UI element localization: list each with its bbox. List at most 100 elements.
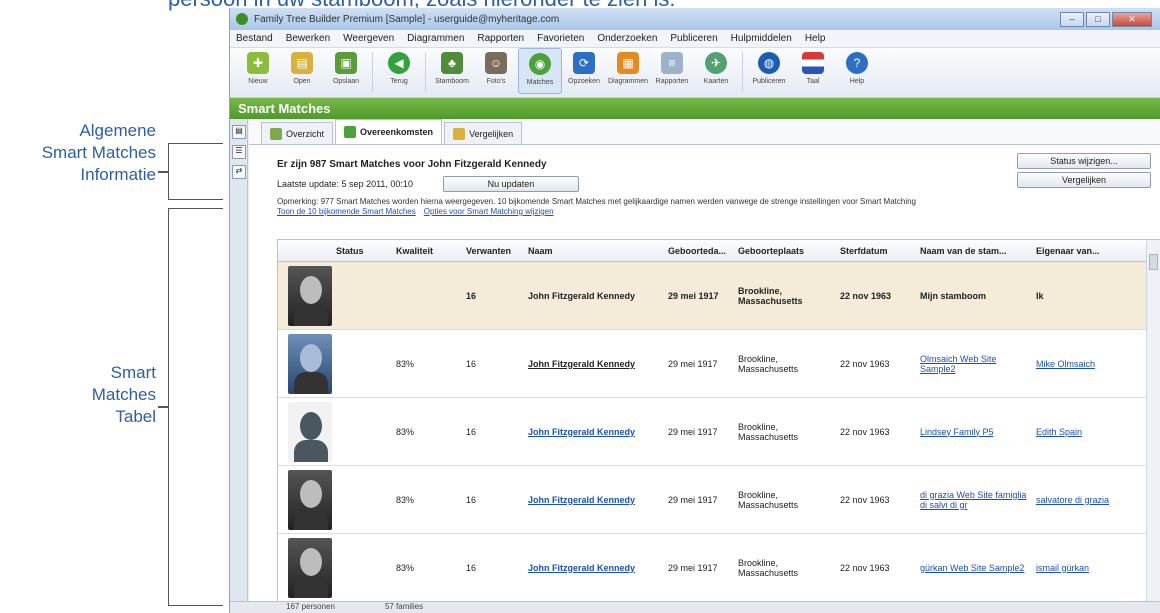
photo-cell <box>278 333 332 394</box>
families-count: 57 families <box>384 602 424 611</box>
tab-overeenkomsten[interactable]: Overeenkomsten <box>335 119 443 144</box>
persons-count: 167 personen <box>286 602 335 611</box>
toolbar-search-button[interactable]: ⟳ Opzoeken <box>562 48 606 85</box>
options-link[interactable]: Opties voor Smart Matching wijzigen <box>424 207 554 216</box>
tab-vergelijken[interactable]: Vergelijken <box>444 122 523 144</box>
toolbar-label: Publiceren <box>752 78 786 85</box>
compare-button-label: Vergelijken <box>1061 175 1107 185</box>
save-icon: ▣ <box>335 52 357 74</box>
column-header-name[interactable]: Naam <box>522 246 662 256</box>
table-row[interactable]: 83% 16 John Fitzgerald Kennedy 29 mei 19… <box>278 534 1160 602</box>
smart-matches-panel: Overzicht Overeenkomsten Vergelijken Er … <box>249 119 1160 603</box>
toolbar-help-button[interactable]: ? Help <box>835 48 879 85</box>
toolbar-save-button[interactable]: ▣ Opslaan <box>324 48 368 85</box>
name-link[interactable]: John Fitzgerald Kennedy <box>522 427 662 437</box>
reports-icon: ≡ <box>661 52 683 74</box>
compare-button[interactable]: Vergelijken <box>1017 172 1151 188</box>
table-row[interactable]: 16 John Fitzgerald Kennedy 29 mei 1917 B… <box>278 262 1160 330</box>
app-window: Family Tree Builder Premium [Sample] - u… <box>229 8 1160 613</box>
column-header-relatives[interactable]: Verwanten <box>460 246 522 256</box>
toolbar-language-button[interactable]: Taal <box>791 48 835 85</box>
table-row[interactable]: 83% 16 John Fitzgerald Kennedy 29 mei 19… <box>278 398 1160 466</box>
tree-link[interactable]: di grazia Web Site famiglia di salvi di … <box>914 490 1030 510</box>
column-header-owner[interactable]: Eigenaar van... <box>1030 246 1114 256</box>
column-header-status[interactable]: Status <box>330 246 390 256</box>
annotation-tick <box>158 406 168 408</box>
toolbar-label: Nieuw <box>248 78 268 85</box>
toolbar-publish-button[interactable]: ◍ Publiceren <box>747 48 791 85</box>
scrollbar-thumb[interactable] <box>1149 254 1158 270</box>
vertical-scrollbar[interactable] <box>1146 240 1160 602</box>
owner-link[interactable]: ismail gürkan <box>1030 563 1114 573</box>
owner-link[interactable]: Edith Spain <box>1030 427 1114 437</box>
column-header-tree-name[interactable]: Naam van de stam... <box>914 246 1030 256</box>
quality-cell: 83% <box>396 562 415 573</box>
toolbar-label: Matches <box>526 79 554 86</box>
toolbar-label: Rapporten <box>655 78 689 85</box>
app-icon <box>236 13 248 25</box>
name-link[interactable]: John Fitzgerald Kennedy <box>522 495 662 505</box>
menu-favorieten[interactable]: Favorieten <box>537 33 584 44</box>
tree-link[interactable]: Lindsey Family P5 <box>914 427 1030 437</box>
death-cell: 22 nov 1963 <box>840 562 890 573</box>
menu-rapporten[interactable]: Rapporten <box>477 33 524 44</box>
tab-overzicht[interactable]: Overzicht <box>261 122 334 144</box>
relatives-cell: 16 <box>466 290 477 301</box>
name-link[interactable]: John Fitzgerald Kennedy <box>522 359 662 369</box>
table-row[interactable]: 83% 16 John Fitzgerald Kennedy 29 mei 19… <box>278 466 1160 534</box>
column-header-birthdate[interactable]: Geboorteda... <box>662 246 732 256</box>
action-buttons: Status wijzigen... Vergelijken <box>1017 153 1151 188</box>
toolbar-tree-button[interactable]: ♣ Stamboom <box>430 48 474 85</box>
column-header-deathdate[interactable]: Sterfdatum <box>834 246 914 256</box>
tree-link[interactable]: Olmsaich Web Site Sample2 <box>914 354 1030 374</box>
menu-diagrammen[interactable]: Diagrammen <box>407 33 464 44</box>
rail-list-icon[interactable]: ☰ <box>232 145 246 159</box>
name-link[interactable]: John Fitzgerald Kennedy <box>522 563 662 573</box>
minimize-button[interactable]: – <box>1060 11 1084 27</box>
relatives-cell: 16 <box>466 358 477 369</box>
name-cell: John Fitzgerald Kennedy <box>528 290 636 301</box>
menu-publiceren[interactable]: Publiceren <box>670 33 717 44</box>
toolbar-photos-button[interactable]: ☺ Foto's <box>474 48 518 85</box>
tree-icon: ♣ <box>441 52 463 74</box>
title-bar: Family Tree Builder Premium [Sample] - u… <box>230 8 1160 30</box>
menu-bewerken[interactable]: Bewerken <box>286 33 330 44</box>
tree-link[interactable]: gürkan Web Site Sample2 <box>914 563 1030 573</box>
death-cell: 22 nov 1963 <box>840 494 890 505</box>
owner-link[interactable]: salvatore di grazia <box>1030 495 1114 505</box>
rail-compare-icon[interactable]: ⇄ <box>232 165 246 179</box>
update-now-button[interactable]: Nu updaten <box>442 176 579 192</box>
general-info-annotation: Algemene Smart Matches Informatie <box>0 120 156 186</box>
change-status-button[interactable]: Status wijzigen... <box>1017 153 1151 169</box>
toolbar-reports-button[interactable]: ≡ Rapporten <box>650 48 694 85</box>
toolbar-matches-button[interactable]: ◉ Matches <box>518 48 562 94</box>
column-header-birthplace[interactable]: Geboorteplaats <box>732 246 834 256</box>
search-icon: ⟳ <box>573 52 595 74</box>
toolbar-charts-button[interactable]: ▦ Diagrammen <box>606 48 650 85</box>
death-cell: 22 nov 1963 <box>840 290 892 301</box>
menu-help[interactable]: Help <box>805 33 826 44</box>
toolbar-back-button[interactable]: ◀ Terug <box>377 48 421 85</box>
maximize-button[interactable]: □ <box>1086 11 1110 27</box>
toolbar-open-button[interactable]: ▤ Open <box>280 48 324 85</box>
owner-link[interactable]: Mike Olmsaich <box>1030 359 1114 369</box>
menu-weergeven[interactable]: Weergeven <box>343 33 394 44</box>
menu-onderzoeken[interactable]: Onderzoeken <box>597 33 657 44</box>
show-more-link[interactable]: Toon de 10 bijkomende Smart Matches <box>277 207 416 216</box>
photos-icon: ☺ <box>485 52 507 74</box>
rail-overview-icon[interactable]: ▤ <box>232 125 246 139</box>
menu-bestand[interactable]: Bestand <box>236 33 273 44</box>
toolbar-new-button[interactable]: ✚ Nieuw <box>236 48 280 85</box>
table-row[interactable]: 83% 16 John Fitzgerald Kennedy 29 mei 19… <box>278 330 1160 398</box>
tree-cell: Mijn stamboom <box>920 290 987 301</box>
toolbar-label: Opslaan <box>332 78 360 85</box>
toolbar-maps-button[interactable]: ✈ Kaarten <box>694 48 738 85</box>
place-cell: Brookline, Massachusetts <box>738 421 799 442</box>
annotation-tick <box>158 171 168 173</box>
place-cell: Brookline, Massachusetts <box>738 557 799 578</box>
column-header-quality[interactable]: Kwaliteit <box>390 246 460 256</box>
toolbar-separator <box>425 52 426 92</box>
birth-cell: 29 mei 1917 <box>668 426 718 437</box>
close-button[interactable]: ✕ <box>1112 11 1152 27</box>
menu-hulpmiddelen[interactable]: Hulpmiddelen <box>731 33 792 44</box>
